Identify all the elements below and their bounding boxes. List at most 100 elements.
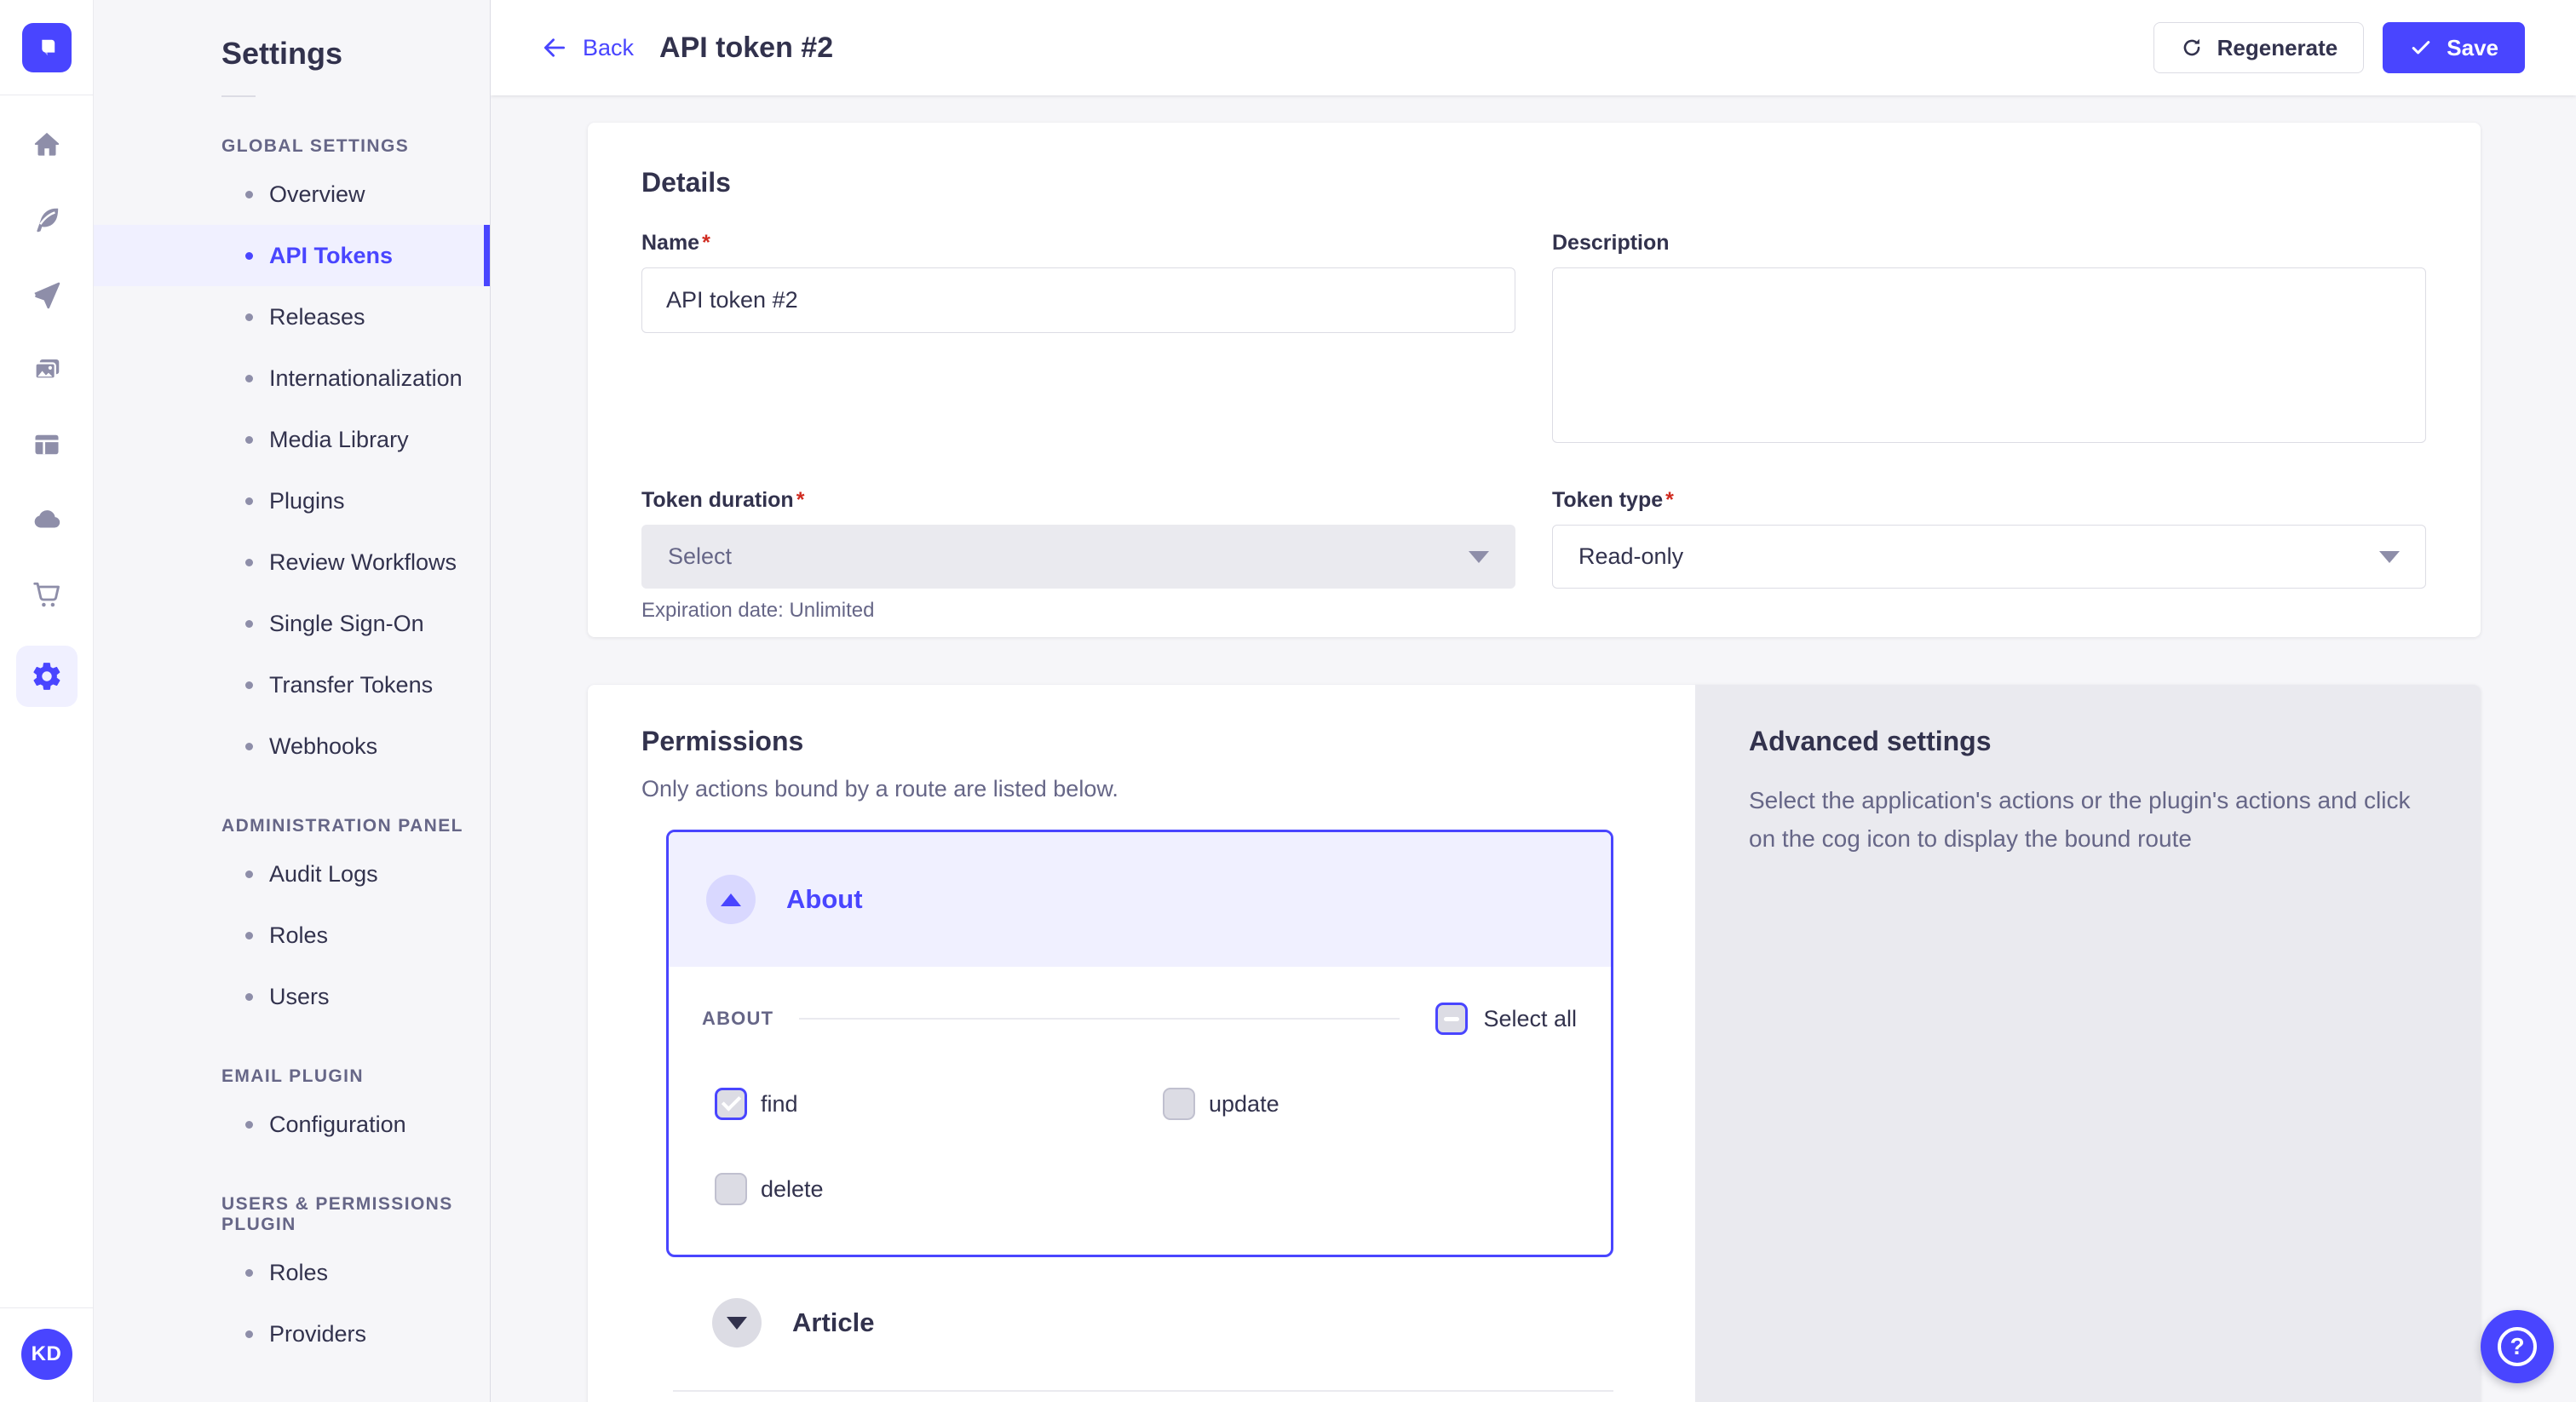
sidebar-item-single-sign-on[interactable]: Single Sign-On [94,593,490,654]
permission-delete: delete [715,1173,1171,1205]
about-accordion-header[interactable]: About [669,832,1611,967]
sidebar-item-label: Releases [269,304,365,330]
sidebar-item-up-roles[interactable]: Roles [94,1242,490,1303]
permission-find: find [715,1088,1163,1120]
section-label-email-plugin: EMAIL PLUGIN [221,1066,490,1087]
update-label: update [1209,1091,1279,1118]
chevron-up-icon [721,893,741,906]
permissions-card: Permissions Only actions bound by a rout… [588,685,2481,1402]
back-label: Back [583,35,634,61]
save-button[interactable]: Save [2383,22,2525,73]
feather-icon[interactable] [32,204,62,235]
bullet-dot [245,1330,253,1338]
delete-label: delete [761,1176,824,1203]
main-area: Back API token #2 Regenerate Save Detail… [491,0,2576,1402]
name-label: Name* [641,231,1515,256]
refresh-icon [2180,36,2204,60]
token-duration-label: Token duration* [641,488,1515,513]
sidebar-item-label: Overview [269,181,365,208]
delete-checkbox[interactable] [715,1173,747,1205]
sidebar-item-overview[interactable]: Overview [94,164,490,225]
about-accordion: About ABOUT Select all [666,830,1613,1257]
token-type-value: Read-only [1578,543,1683,570]
sidebar-item-plugins[interactable]: Plugins [94,470,490,531]
name-input[interactable] [641,267,1515,333]
layout-icon[interactable] [32,429,62,460]
token-duration-select[interactable]: Select [641,525,1515,589]
token-type-select[interactable]: Read-only [1552,525,2426,589]
header-actions: Regenerate Save [2153,22,2525,73]
regenerate-label: Regenerate [2217,35,2338,61]
sidebar-item-up-providers[interactable]: Providers [94,1303,490,1365]
sidebar-item-admin-roles[interactable]: Roles [94,905,490,966]
sidebar-item-label: Plugins [269,488,345,514]
sidebar-item-label: Media Library [269,427,409,453]
settings-subnav: Settings GLOBAL SETTINGS Overview API To… [94,0,491,1402]
sidebar-item-label: API Tokens [269,243,393,269]
select-all-checkbox[interactable] [1435,1003,1468,1035]
nav-divider [221,95,256,97]
sidebar-item-media-library[interactable]: Media Library [94,409,490,470]
bullet-dot [245,681,253,689]
chevron-down-icon [727,1317,747,1330]
sidebar-item-label: Configuration [269,1112,406,1138]
media-library-icon[interactable] [32,354,62,385]
sidebar-item-api-tokens[interactable]: API Tokens [94,225,490,286]
sidebar-item-label: Review Workflows [269,549,457,576]
sidebar-item-webhooks[interactable]: Webhooks [94,715,490,777]
bullet-dot [245,1121,253,1129]
select-all-label: Select all [1483,1006,1577,1032]
section-label-global-settings: GLOBAL SETTINGS [221,136,490,157]
sidebar-item-internationalization[interactable]: Internationalization [94,348,490,409]
sidebar-item-label: Single Sign-On [269,611,424,637]
sidebar-item-admin-users[interactable]: Users [94,966,490,1027]
find-checkbox[interactable] [715,1088,747,1120]
bullet-dot [245,993,253,1001]
nav-list-administration-panel: Audit Logs Roles Users [94,843,490,1027]
user-avatar[interactable]: KD [21,1329,72,1380]
permissions-title: Permissions [641,726,1695,757]
help-button[interactable]: ? [2481,1310,2554,1383]
article-accordion-header[interactable]: Article [712,1298,1695,1347]
sidebar-item-review-workflows[interactable]: Review Workflows [94,531,490,593]
bullet-dot [245,932,253,939]
back-link[interactable]: Back [540,33,634,62]
regenerate-button[interactable]: Regenerate [2153,22,2365,73]
bullet-dot [245,375,253,382]
nav-list-email-plugin: Configuration [94,1094,490,1155]
section-label-administration-panel: ADMINISTRATION PANEL [221,816,490,836]
nav-list-users-permissions: Roles Providers [94,1242,490,1365]
paper-plane-icon[interactable] [32,279,62,310]
description-textarea[interactable] [1552,267,2426,443]
sidebar-item-label: Audit Logs [269,861,378,888]
save-label: Save [2447,35,2498,61]
update-checkbox[interactable] [1163,1088,1195,1120]
about-accordion-body: ABOUT Select all find [669,1003,1611,1255]
sidebar-item-label: Users [269,984,330,1010]
advanced-settings-panel: Advanced settings Select the application… [1695,685,2481,1402]
about-accordion-title: About [786,884,863,915]
permission-row: find update [715,1088,1611,1120]
cloud-icon[interactable] [32,504,62,535]
bullet-dot [245,252,253,260]
home-icon[interactable] [32,129,62,160]
find-label: find [761,1091,798,1118]
page-title: API token #2 [659,32,833,65]
token-duration-field-group: Token duration* Select Expiration date: … [641,488,1515,623]
select-all-control[interactable]: Select all [1435,1003,1577,1035]
bullet-dot [245,871,253,878]
cart-icon[interactable] [32,579,62,610]
required-asterisk: * [702,231,710,255]
details-fields: Name* Description Token duration* Select [641,231,2426,623]
token-type-label: Token type* [1552,488,2426,513]
sidebar-item-audit-logs[interactable]: Audit Logs [94,843,490,905]
expand-toggle-button[interactable] [712,1298,762,1347]
sidebar-item-releases[interactable]: Releases [94,286,490,348]
sidebar-item-transfer-tokens[interactable]: Transfer Tokens [94,654,490,715]
collapse-toggle-button[interactable] [706,875,756,924]
bullet-dot [245,559,253,566]
settings-gear-icon[interactable] [16,646,78,707]
strapi-logo[interactable] [22,23,72,72]
sidebar-item-email-configuration[interactable]: Configuration [94,1094,490,1155]
token-duration-value: Select [668,543,732,570]
